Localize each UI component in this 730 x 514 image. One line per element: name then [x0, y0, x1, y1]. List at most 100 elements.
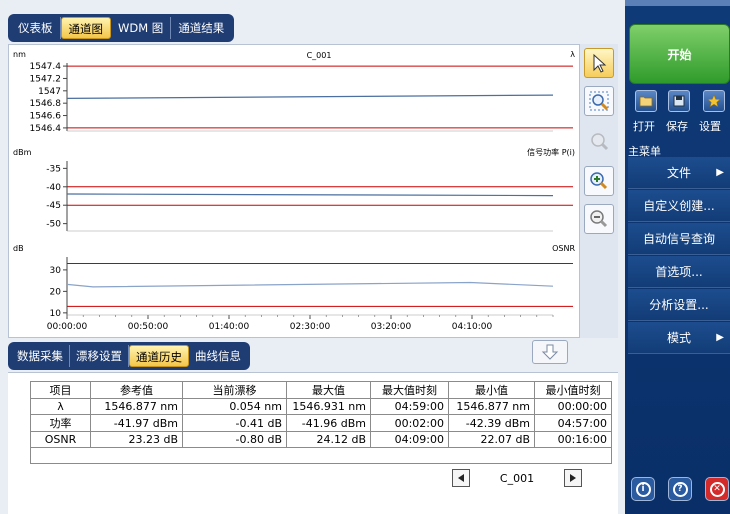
menu-item-analysis-settings[interactable]: 分析设置... — [628, 289, 730, 321]
menu-item-preferences[interactable]: 首选项... — [628, 256, 730, 288]
col-header-max-time: 最大值时刻 — [370, 381, 449, 399]
menu-item-label: 首选项... — [655, 265, 703, 279]
col-header-current-drift: 当前漂移 — [182, 381, 287, 399]
zoom-out-button[interactable] — [584, 204, 614, 234]
open-button[interactable] — [635, 90, 657, 112]
triangle-left-icon — [458, 474, 464, 482]
chart-y-tick-label: 1547.4 — [30, 62, 62, 72]
col-header-reference: 参考值 — [90, 381, 183, 399]
chart-right-label: OSNR — [552, 244, 575, 253]
cell-item: λ — [30, 398, 91, 415]
tab-trace-info[interactable]: 曲线信息 — [189, 345, 247, 367]
triangle-right-icon: ▶ — [716, 332, 724, 343]
star-icon — [707, 94, 721, 108]
zoom-reset-button[interactable] — [584, 126, 614, 156]
tab-channel-graph[interactable]: 通道图 — [60, 17, 111, 39]
cell-max-time: 04:59:00 — [370, 398, 449, 415]
menu-item-label: 文件 — [666, 166, 691, 180]
tab-data-acquisition[interactable]: 数据采集 — [11, 345, 70, 367]
table-empty-row — [30, 447, 612, 464]
cell-item: OSNR — [30, 431, 91, 448]
chart-x-tick-label: 03:20:00 — [371, 322, 412, 332]
folder-open-icon — [639, 96, 653, 107]
triangle-right-icon — [570, 474, 576, 482]
zoom-in-button[interactable] — [584, 166, 614, 196]
cell-min: 22.07 dB — [448, 431, 535, 448]
menu-item-auto-signal-query[interactable]: 自动信号查询 — [628, 223, 730, 255]
previous-channel-button[interactable] — [452, 469, 470, 487]
zoom-area-icon — [589, 91, 609, 111]
cell-current-drift: -0.41 dB — [182, 414, 287, 432]
channel-history-panel: 项目 参考值 当前漂移 最大值 最大值时刻 最小值 最小值时刻 λ 1546.8… — [8, 372, 618, 514]
drift-charts[interactable]: C_001 nm λ 1547.4 1547.2 1547 1546.8 1546.6 1546… — [9, 45, 581, 339]
cell-empty — [182, 447, 287, 464]
save-button[interactable] — [668, 90, 690, 112]
chart-unit-label: nm — [13, 50, 26, 59]
chart-y-tick-label: -50 — [46, 220, 61, 230]
cell-empty — [90, 447, 183, 464]
tab-drift-settings[interactable]: 漂移设置 — [70, 345, 129, 367]
menu-item-label: 模式 — [666, 331, 691, 345]
settings-button[interactable] — [703, 90, 725, 112]
chart-y-tick-label: 10 — [50, 309, 62, 319]
exit-button[interactable]: ✕ — [705, 477, 729, 501]
cell-empty — [448, 447, 535, 464]
collapse-panel-button[interactable] — [532, 340, 568, 364]
channel-selector: C_001 — [452, 468, 582, 488]
cell-empty — [286, 447, 371, 464]
chart-y-tick-label: 30 — [50, 266, 62, 276]
chart-area[interactable]: C_001 nm λ 1547.4 1547.2 1547 1546.8 1546.6 1546… — [8, 44, 580, 338]
chart-y-tick-label: -35 — [46, 164, 61, 174]
chart-series-line — [67, 193, 554, 197]
zoom-in-icon — [590, 172, 608, 190]
info-button[interactable]: i — [631, 477, 655, 501]
table-row[interactable]: OSNR 23.23 dB -0.80 dB 24.12 dB 04:09:00… — [30, 431, 612, 448]
chart-channel-title: C_001 — [307, 51, 332, 60]
cell-current-drift: 0.054 nm — [182, 398, 287, 415]
menu-item-label: 自动信号查询 — [642, 232, 715, 246]
bottom-tab-bar: 数据采集 漂移设置 通道历史 曲线信息 — [8, 342, 250, 370]
tab-channel-results[interactable]: 通道结果 — [171, 17, 231, 39]
chart-y-tick-label: 1546.4 — [30, 124, 62, 134]
settings-label: 设置 — [699, 120, 721, 133]
chart-series-line — [66, 94, 554, 99]
chart-x-tick-label: 04:10:00 — [452, 322, 493, 332]
help-button[interactable]: ? — [668, 477, 692, 501]
current-channel-label: C_001 — [499, 471, 535, 485]
chart-y-tick-label: -40 — [46, 183, 61, 193]
cell-empty — [370, 447, 449, 464]
col-header-min: 最小值 — [448, 381, 535, 399]
chart-y-tick-label: 20 — [50, 287, 62, 297]
info-icon: i — [635, 481, 651, 497]
menu-item-label: 自定义创建... — [643, 199, 715, 213]
cell-empty — [534, 447, 612, 464]
help-icon: ? — [672, 481, 688, 497]
save-icon — [673, 95, 685, 107]
table-row[interactable]: 功率 -41.97 dBm -0.41 dB -41.96 dBm 00:02:… — [30, 414, 612, 432]
top-tab-bar: 仪表板 通道图 WDM 图 通道结果 — [8, 14, 235, 42]
chart-right-label: 信号功率 P(i) — [527, 147, 575, 157]
pointer-tool-button[interactable] — [584, 48, 614, 78]
chart-x-tick-label: 00:00:00 — [47, 322, 88, 332]
chart-unit-label: dB — [13, 244, 24, 253]
tab-wdm-graph[interactable]: WDM 图 — [111, 17, 172, 39]
zoom-area-button[interactable] — [584, 86, 614, 116]
menu-item-mode[interactable]: 模式 ▶ — [628, 322, 730, 354]
start-button[interactable]: 开始 — [629, 24, 730, 84]
menu-item-label: 分析设置... — [649, 298, 709, 312]
cell-reference: 23.23 dB — [90, 431, 183, 448]
table-row[interactable]: λ 1546.877 nm 0.054 nm 1546.931 nm 04:59… — [30, 398, 612, 415]
quick-actions: 打开 保存 设置 — [629, 90, 730, 136]
menu-item-file[interactable]: 文件 ▶ — [628, 157, 730, 189]
tab-dashboard[interactable]: 仪表板 — [11, 17, 61, 39]
next-channel-button[interactable] — [564, 469, 582, 487]
tab-channel-history[interactable]: 通道历史 — [129, 345, 189, 367]
cell-max: 1546.931 nm — [286, 398, 371, 415]
menu-item-custom-create[interactable]: 自定义创建... — [628, 190, 730, 222]
pointer-tool-icon — [593, 53, 607, 73]
sidebar-top-strip — [625, 0, 730, 6]
drift-table: 项目 参考值 当前漂移 最大值 最大值时刻 最小值 最小值时刻 λ 1546.8… — [30, 381, 612, 464]
table-header-row: 项目 参考值 当前漂移 最大值 最大值时刻 最小值 最小值时刻 — [30, 381, 612, 399]
cell-current-drift: -0.80 dB — [182, 431, 287, 448]
chart-y-tick-label: 1546.6 — [30, 112, 62, 122]
